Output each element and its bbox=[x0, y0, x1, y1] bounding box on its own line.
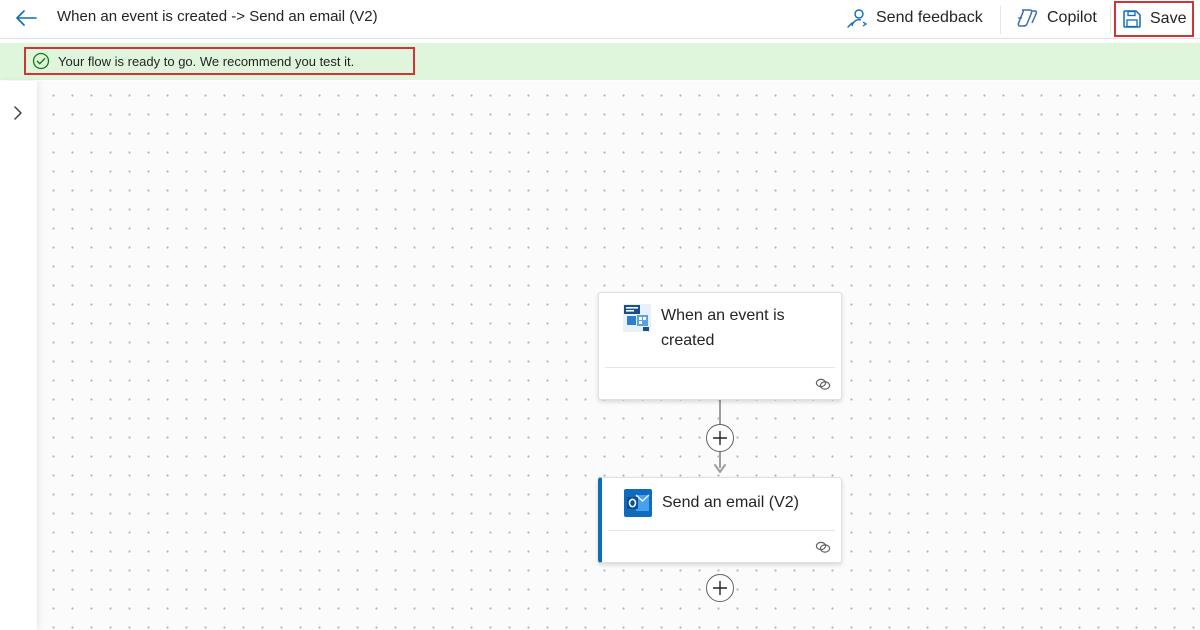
card-divider bbox=[605, 367, 835, 368]
notification-banner: Your flow is ready to go. We recommend y… bbox=[0, 43, 1200, 80]
copilot-icon bbox=[1017, 9, 1038, 27]
trigger-card-title: When an event is created bbox=[661, 307, 785, 349]
arrow-down-icon bbox=[714, 464, 726, 473]
plus-icon bbox=[713, 581, 727, 595]
save-button[interactable]: Save bbox=[1114, 1, 1194, 37]
trigger-card[interactable]: When an event is created bbox=[598, 292, 842, 400]
card-divider bbox=[608, 530, 835, 531]
plus-icon bbox=[713, 431, 727, 445]
banner-message: Your flow is ready to go. We recommend y… bbox=[58, 53, 355, 69]
connection-link-icon[interactable] bbox=[815, 377, 831, 391]
feedback-icon bbox=[847, 9, 868, 28]
send-feedback-button[interactable]: Send feedback bbox=[846, 0, 983, 36]
action-card-title: Send an email (V2) bbox=[662, 494, 799, 511]
toolbar-divider bbox=[1110, 6, 1111, 34]
top-bar: When an event is created -> Send an emai… bbox=[0, 0, 1200, 39]
add-step-button[interactable] bbox=[706, 574, 734, 602]
left-rail bbox=[0, 81, 37, 630]
banner-highlight: Your flow is ready to go. We recommend y… bbox=[24, 47, 415, 75]
toolbar-divider bbox=[1000, 6, 1001, 34]
copilot-button[interactable]: Copilot bbox=[1015, 0, 1097, 36]
connection-link-icon[interactable] bbox=[815, 540, 831, 554]
outlook-icon bbox=[624, 489, 652, 517]
action-card[interactable]: Send an email (V2) bbox=[598, 477, 842, 563]
chevron-right-icon bbox=[14, 106, 22, 120]
success-check-icon bbox=[32, 52, 50, 70]
send-feedback-label: Send feedback bbox=[876, 9, 983, 26]
copilot-label: Copilot bbox=[1047, 9, 1097, 26]
connector-line bbox=[719, 400, 721, 424]
expand-panel-button[interactable] bbox=[8, 103, 28, 123]
save-label: Save bbox=[1150, 10, 1187, 27]
insert-step-button[interactable] bbox=[706, 424, 734, 452]
save-icon bbox=[1123, 10, 1141, 28]
event-connector-icon bbox=[623, 304, 651, 332]
arrow-left-icon bbox=[16, 10, 37, 26]
flow-title: When an event is created -> Send an emai… bbox=[57, 8, 378, 25]
back-button[interactable] bbox=[12, 6, 40, 30]
